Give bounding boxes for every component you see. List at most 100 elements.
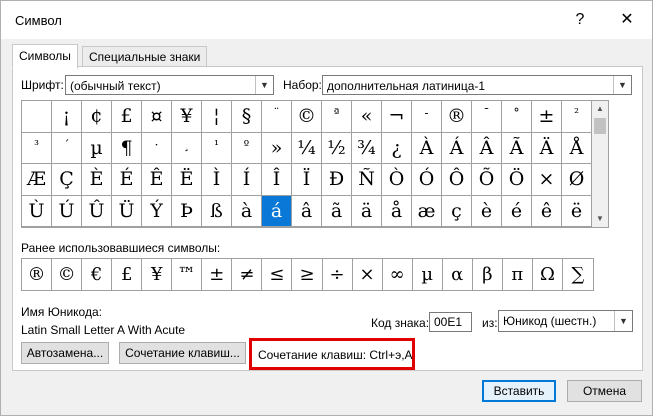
symbol-cell[interactable]: ¢: [82, 101, 112, 133]
recent-symbol-cell[interactable]: ®: [22, 259, 53, 290]
symbol-cell[interactable]: Õ: [472, 164, 502, 196]
cancel-button[interactable]: Отмена: [567, 380, 642, 402]
recent-symbol-cell[interactable]: µ: [413, 259, 443, 290]
symbol-cell[interactable]: ¯: [472, 101, 502, 133]
symbol-cell[interactable]: ²: [562, 101, 592, 133]
recent-symbol-cell[interactable]: ∞: [383, 259, 413, 290]
symbol-cell[interactable]: Û: [82, 195, 112, 227]
symbol-cell[interactable]: Å: [562, 132, 592, 164]
recent-symbol-cell[interactable]: ×: [353, 259, 383, 290]
symbol-cell[interactable]: [22, 101, 52, 133]
recent-symbol-cell[interactable]: ≤: [262, 259, 293, 290]
recent-symbol-cell[interactable]: β: [473, 259, 503, 290]
recent-symbol-cell[interactable]: ÷: [323, 259, 353, 290]
chevron-down-icon[interactable]: ▼: [255, 76, 273, 94]
symbol-cell[interactable]: ¨: [262, 101, 292, 133]
subset-select[interactable]: дополнительная латиница-1 ▼: [322, 75, 632, 95]
symbol-cell[interactable]: §: [232, 101, 262, 133]
symbol-cell[interactable]: Ä: [532, 132, 562, 164]
recent-symbol-cell[interactable]: Ω: [533, 259, 563, 290]
symbol-cell[interactable]: Ù: [22, 195, 52, 227]
symbol-cell[interactable]: ä: [352, 195, 382, 227]
symbol-cell[interactable]: ë: [562, 195, 592, 227]
symbol-cell[interactable]: ê: [532, 195, 562, 227]
symbol-cell[interactable]: Ñ: [352, 164, 382, 196]
symbol-cell[interactable]: ¥: [172, 101, 202, 133]
symbol-cell[interactable]: à: [232, 195, 262, 227]
symbol-cell[interactable]: ã: [322, 195, 352, 227]
symbol-cell[interactable]: â: [292, 195, 322, 227]
recent-symbol-cell[interactable]: ±: [202, 259, 233, 290]
symbol-cell[interactable]: ½: [322, 132, 352, 164]
symbol-cell[interactable]: ³: [22, 132, 52, 164]
recent-symbol-cell[interactable]: ©: [52, 259, 83, 290]
symbol-cell[interactable]: Ò: [382, 164, 412, 196]
symbol-cell[interactable]: Þ: [172, 195, 202, 227]
scroll-thumb[interactable]: [594, 118, 606, 134]
symbol-cell[interactable]: ¤: [142, 101, 172, 133]
symbol-cell[interactable]: ª: [322, 101, 352, 133]
symbol-cell[interactable]: ¦: [202, 101, 232, 133]
symbol-cell[interactable]: Ø: [562, 164, 592, 196]
symbol-cell[interactable]: £: [112, 101, 142, 133]
symbol-cell[interactable]: º: [232, 132, 262, 164]
close-icon[interactable]: ✕: [613, 7, 641, 33]
tab-special-characters[interactable]: Специальные знаки: [82, 46, 208, 68]
symbol-cell[interactable]: Ã: [502, 132, 532, 164]
recent-symbol-cell[interactable]: £: [112, 259, 143, 290]
symbol-cell[interactable]: ¸: [172, 132, 202, 164]
symbol-cell[interactable]: Â: [472, 132, 502, 164]
symbol-cell[interactable]: -: [412, 101, 442, 133]
chevron-down-icon[interactable]: ▼: [613, 76, 631, 94]
symbol-cell[interactable]: ×: [532, 164, 562, 196]
symbol-cell[interactable]: À: [412, 132, 442, 164]
symbol-cell[interactable]: ¬: [382, 101, 412, 133]
symbol-cell[interactable]: Æ: [22, 164, 52, 196]
recent-symbol-cell[interactable]: €: [82, 259, 113, 290]
chevron-down-icon[interactable]: ▼: [614, 311, 632, 331]
recent-symbol-cell[interactable]: π: [503, 259, 533, 290]
insert-button[interactable]: Вставить: [482, 380, 556, 402]
symbol-cell[interactable]: á: [262, 195, 292, 227]
recent-symbol-cell[interactable]: ∑: [563, 259, 593, 290]
symbol-cell[interactable]: é: [502, 195, 532, 227]
symbol-cell[interactable]: Ê: [142, 164, 172, 196]
symbol-cell[interactable]: ¾: [352, 132, 382, 164]
symbol-cell[interactable]: Ü: [112, 195, 142, 227]
symbol-grid-scrollbar[interactable]: ▲ ▼: [592, 100, 609, 228]
help-button[interactable]: ?: [566, 7, 594, 33]
symbol-cell[interactable]: ·: [142, 132, 172, 164]
from-select[interactable]: Юникод (шестн.) ▼: [498, 310, 633, 332]
symbol-cell[interactable]: ¡: [52, 101, 82, 133]
font-select[interactable]: (обычный текст) ▼: [65, 75, 274, 95]
symbol-cell[interactable]: µ: [82, 132, 112, 164]
symbol-cell[interactable]: ±: [532, 101, 562, 133]
recent-symbol-cell[interactable]: ≥: [292, 259, 323, 290]
symbol-cell[interactable]: ç: [442, 195, 472, 227]
symbol-cell[interactable]: Á: [442, 132, 472, 164]
symbol-cell[interactable]: Ç: [52, 164, 82, 196]
symbol-cell[interactable]: Í: [232, 164, 262, 196]
symbol-cell[interactable]: Ë: [172, 164, 202, 196]
symbol-cell[interactable]: «: [352, 101, 382, 133]
symbol-cell[interactable]: ©: [292, 101, 322, 133]
recent-symbol-cell[interactable]: α: [443, 259, 473, 290]
symbol-cell[interactable]: »: [262, 132, 292, 164]
symbol-cell[interactable]: Ý: [142, 195, 172, 227]
recent-symbol-cell[interactable]: ¥: [142, 259, 173, 290]
symbol-cell[interactable]: Ð: [322, 164, 352, 196]
char-code-input[interactable]: 00E1: [429, 312, 472, 332]
shortcut-key-button[interactable]: Сочетание клавиш...: [119, 342, 246, 364]
symbol-cell[interactable]: È: [82, 164, 112, 196]
symbol-cell[interactable]: ¹: [202, 132, 232, 164]
symbol-cell[interactable]: Ú: [52, 195, 82, 227]
symbol-cell[interactable]: è: [472, 195, 502, 227]
symbol-cell[interactable]: ¼: [292, 132, 322, 164]
symbol-cell[interactable]: ®: [442, 101, 472, 133]
symbol-cell[interactable]: Ô: [442, 164, 472, 196]
recent-symbol-cell[interactable]: ™: [172, 259, 203, 290]
symbol-cell[interactable]: Ì: [202, 164, 232, 196]
symbol-cell[interactable]: ß: [202, 195, 232, 227]
scroll-up-icon[interactable]: ▲: [592, 101, 608, 117]
autocorrect-button[interactable]: Автозамена...: [21, 342, 109, 364]
